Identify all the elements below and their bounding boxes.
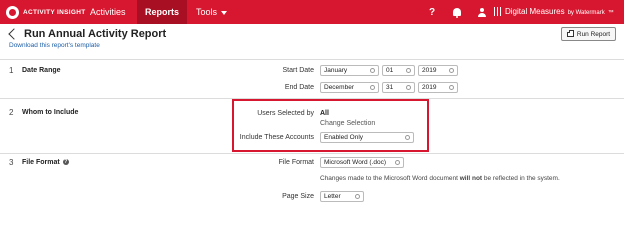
brand-name: Digital Measures — [505, 7, 565, 16]
note-text-after: be reflected in the system. — [482, 175, 560, 182]
end-date-label: End Date — [284, 84, 314, 91]
page-title: Run Annual Activity Report — [24, 28, 167, 40]
page-size-label: Page Size — [282, 193, 314, 200]
download-template-link[interactable]: Download this report's template — [9, 42, 100, 49]
page-size-value: Letter — [324, 193, 341, 200]
end-year-value: 2019 — [422, 84, 437, 91]
file-format-value: Microsoft Word (.doc) — [324, 159, 387, 166]
user-icon[interactable] — [475, 5, 489, 19]
step-label-date-range: Date Range — [22, 67, 61, 74]
start-date-label: Start Date — [282, 67, 314, 74]
printer-icon — [566, 29, 574, 37]
activity-insight-logo-icon — [6, 5, 19, 19]
run-report-button[interactable]: Run Report — [561, 27, 616, 41]
nav-tools-label: Tools — [196, 7, 218, 17]
note-text-before: Changes made to the Microsoft Word docum… — [320, 175, 460, 182]
page-size-select[interactable]: Letter — [320, 191, 364, 202]
start-year-select[interactable]: 2019 — [418, 65, 458, 76]
word-changes-note: Changes made to the Microsoft Word docum… — [320, 175, 560, 182]
select-arrow-icon — [395, 160, 400, 165]
end-month-value: December — [324, 84, 354, 91]
start-month-select[interactable]: January — [320, 65, 379, 76]
select-arrow-icon — [406, 85, 411, 90]
brand-tm: ™ — [607, 10, 614, 16]
note-text-bold: will not — [459, 175, 483, 182]
divider — [0, 153, 624, 154]
bell-icon[interactable] — [450, 5, 464, 19]
step-number: 3 — [9, 158, 14, 167]
select-arrow-icon — [449, 85, 454, 90]
end-month-select[interactable]: December — [320, 82, 379, 93]
start-day-value: 01 — [386, 67, 394, 74]
top-navigation-bar: ACTIVITY INSIGHT Activities Reports Tool… — [0, 0, 624, 24]
back-chevron-icon[interactable] — [8, 28, 20, 40]
nav-activities[interactable]: Activities — [82, 0, 134, 24]
select-arrow-icon — [449, 68, 454, 73]
end-day-value: 31 — [386, 84, 394, 91]
nav-reports[interactable]: Reports — [137, 0, 188, 24]
select-arrow-icon — [406, 68, 411, 73]
step-number: 2 — [9, 108, 14, 117]
select-arrow-icon — [370, 68, 375, 73]
step-label-whom-to-include: Whom to Include — [22, 109, 79, 116]
file-format-label: File Format — [278, 159, 314, 166]
select-arrow-icon — [355, 194, 360, 199]
step-label-file-format: File Format? — [22, 159, 69, 166]
start-day-select[interactable]: 01 — [382, 65, 415, 76]
digital-measures-logo: Digital Measures by Watermark ™ — [494, 0, 614, 24]
highlight-annotation-box — [232, 99, 429, 152]
start-year-value: 2019 — [422, 67, 437, 74]
end-year-select[interactable]: 2019 — [418, 82, 458, 93]
logo-text: ACTIVITY INSIGHT — [23, 8, 86, 16]
brand-by: by Watermark — [567, 10, 605, 16]
file-format-step-text: File Format — [22, 159, 60, 166]
nav-tools[interactable]: Tools — [188, 0, 235, 24]
select-arrow-icon — [370, 85, 375, 90]
divider — [0, 59, 624, 60]
info-icon[interactable]: ? — [62, 159, 69, 166]
end-day-select[interactable]: 31 — [382, 82, 415, 93]
run-report-label: Run Report — [576, 30, 611, 38]
start-month-value: January — [324, 67, 348, 74]
step-number: 1 — [9, 66, 14, 75]
digital-measures-logo-icon — [494, 7, 503, 17]
file-format-select[interactable]: Microsoft Word (.doc) — [320, 157, 404, 168]
app-logo[interactable]: ACTIVITY INSIGHT — [6, 5, 85, 19]
chevron-down-icon — [221, 10, 228, 15]
help-icon[interactable]: ? — [425, 5, 439, 19]
